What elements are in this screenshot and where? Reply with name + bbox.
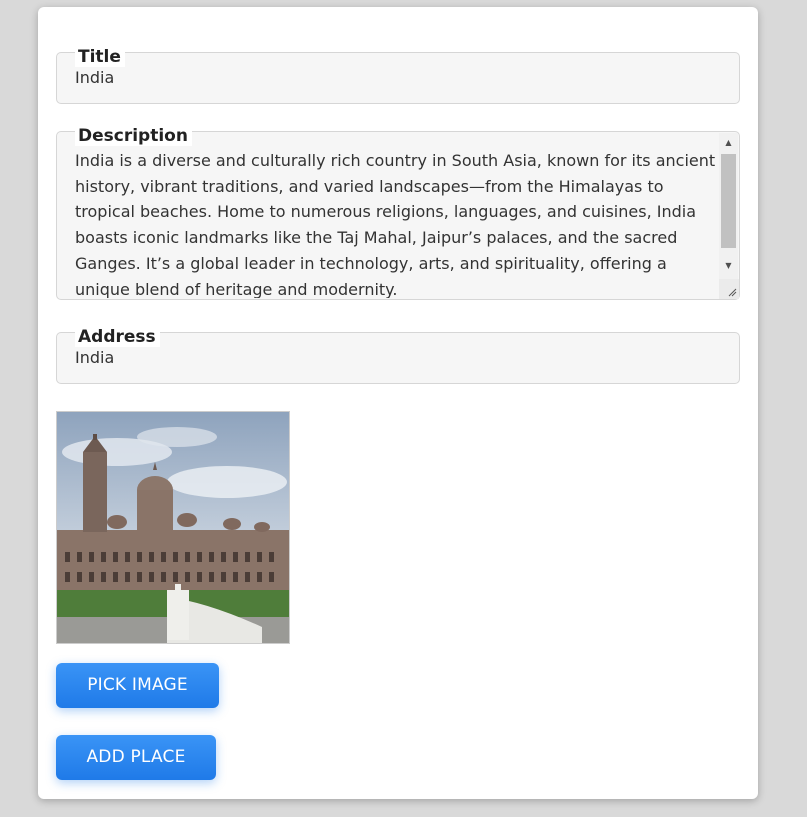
pick-image-button[interactable]: PICK IMAGE <box>56 663 219 708</box>
address-input[interactable]: India <box>75 348 114 368</box>
description-textarea[interactable]: India is a diverse and culturally rich c… <box>75 148 719 298</box>
scroll-up-arrow-icon[interactable]: ▲ <box>719 135 738 151</box>
resize-grip-icon[interactable] <box>719 279 739 299</box>
add-place-button[interactable]: ADD PLACE <box>56 735 216 780</box>
add-place-form: Title India Description India is a diver… <box>38 7 758 799</box>
palace-photo-icon <box>57 412 289 643</box>
scroll-down-arrow-icon[interactable]: ▼ <box>719 258 738 274</box>
title-label: Title <box>75 47 125 67</box>
title-field[interactable]: Title India <box>56 47 740 104</box>
address-label: Address <box>75 327 160 347</box>
description-scrollbar[interactable]: ▲ ▼ <box>719 133 738 280</box>
description-label: Description <box>75 126 192 146</box>
scrollbar-thumb[interactable] <box>721 154 736 248</box>
description-field[interactable]: Description India is a diverse and cultu… <box>56 126 740 300</box>
title-input[interactable]: India <box>75 68 114 88</box>
image-preview <box>56 411 290 644</box>
address-field[interactable]: Address India <box>56 327 740 384</box>
